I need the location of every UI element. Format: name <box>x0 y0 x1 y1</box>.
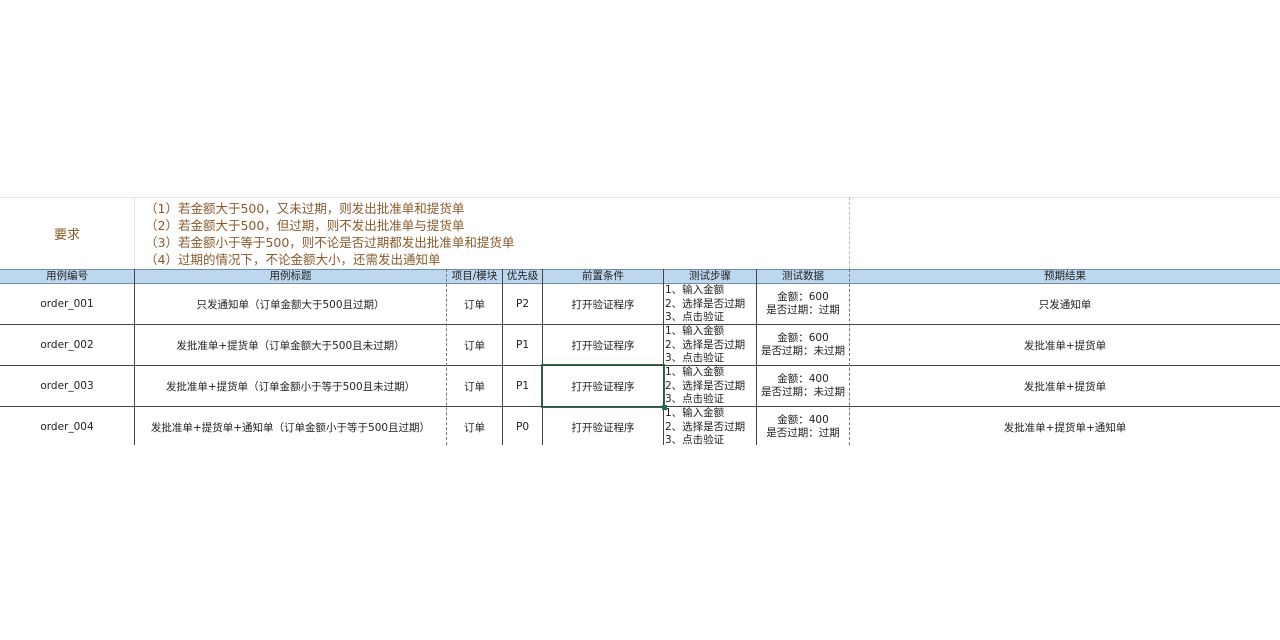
cell-case-id[interactable]: order_001 <box>0 284 134 324</box>
cell-test-data[interactable]: 金额：600 是否过期：过期 <box>757 284 849 324</box>
step-line: 3、点击验证 <box>665 434 725 445</box>
cell-expected-result[interactable]: 发批准单+提货单+通知单 <box>850 407 1280 447</box>
cell-case-id[interactable]: order_004 <box>0 407 134 447</box>
data-line: 金额：400 <box>777 413 829 426</box>
cell-case-title[interactable]: 发批准单+提货单+通知单（订单金额小于等于500且过期） <box>135 407 446 447</box>
cell-test-steps[interactable]: 1、输入金额 2、选择是否过期 3、点击验证 <box>665 366 756 406</box>
column-header-data[interactable]: 测试数据 <box>757 269 849 283</box>
cell-test-steps[interactable]: 1、输入金额 2、选择是否过期 3、点击验证 <box>665 407 756 445</box>
cell-test-data[interactable]: 金额：400 是否过期：未过期 <box>757 366 849 406</box>
step-line: 3、点击验证 <box>665 393 725 405</box>
spreadsheet: 要求 （1）若金额大于500，又未过期，则发出批准单和提货单 （2）若金额大于5… <box>0 0 1280 640</box>
cell-priority[interactable]: P0 <box>503 407 542 447</box>
cell-test-data[interactable]: 金额：600 是否过期：未过期 <box>757 325 849 365</box>
cell-case-id[interactable]: order_003 <box>0 366 134 406</box>
cell-priority[interactable]: P2 <box>503 284 542 324</box>
column-header-precondition[interactable]: 前置条件 <box>543 269 663 283</box>
requirements-label[interactable]: 要求 <box>0 197 134 269</box>
data-line: 是否过期：过期 <box>766 427 840 439</box>
step-line: 1、输入金额 <box>665 284 725 296</box>
step-line: 2、选择是否过期 <box>665 420 746 433</box>
column-header-title[interactable]: 用例标题 <box>135 269 446 283</box>
step-line: 3、点击验证 <box>665 311 725 323</box>
data-line: 是否过期：未过期 <box>761 345 845 357</box>
cell-expected-result[interactable]: 发批准单+提货单 <box>850 325 1280 365</box>
gridline <box>0 197 1280 198</box>
cell-case-title[interactable]: 发批准单+提货单（订单金额大于500且未过期） <box>135 325 446 365</box>
cell-module[interactable]: 订单 <box>447 325 502 365</box>
step-line: 3、点击验证 <box>665 352 725 364</box>
step-line: 2、选择是否过期 <box>665 338 746 351</box>
cell-case-title[interactable]: 只发通知单（订单金额大于500且过期） <box>135 284 446 324</box>
gridline <box>134 197 135 269</box>
data-line: 金额：600 <box>777 290 829 303</box>
step-line: 2、选择是否过期 <box>665 379 746 392</box>
cell-case-id[interactable]: order_002 <box>0 325 134 365</box>
requirement-line: （4）过期的情况下，不论金额大小，还需发出通知单 <box>145 252 441 267</box>
cell-case-title[interactable]: 发批准单+提货单（订单金额小于等于500且未过期） <box>135 366 446 406</box>
requirement-line: （3）若金额小于等于500，则不论是否过期都发出批准单和提货单 <box>145 235 515 250</box>
column-header-expected[interactable]: 预期结果 <box>850 269 1280 283</box>
cell-test-steps[interactable]: 1、输入金额 2、选择是否过期 3、点击验证 <box>665 284 756 324</box>
fill-handle[interactable] <box>662 405 667 410</box>
cell-expected-result[interactable]: 只发通知单 <box>850 284 1280 324</box>
data-line: 金额：400 <box>777 372 829 385</box>
cell-precondition[interactable]: 打开验证程序 <box>543 284 663 324</box>
column-header-priority[interactable]: 优先级 <box>503 269 542 283</box>
gridline <box>849 197 850 269</box>
column-border <box>663 269 664 445</box>
requirement-line: （2）若金额大于500，但过期，则不发出批准单与提货单 <box>145 218 465 233</box>
cell-priority[interactable]: P1 <box>503 325 542 365</box>
step-line: 1、输入金额 <box>665 407 725 419</box>
column-header-module[interactable]: 项目/模块 <box>447 269 502 283</box>
step-line: 1、输入金额 <box>665 366 725 378</box>
column-header-steps[interactable]: 测试步骤 <box>664 269 756 283</box>
step-line: 1、输入金额 <box>665 325 725 337</box>
cell-precondition[interactable]: 打开验证程序 <box>543 325 663 365</box>
requirement-line: （1）若金额大于500，又未过期，则发出批准单和提货单 <box>145 201 465 216</box>
data-line: 是否过期：过期 <box>766 304 840 316</box>
cell-module[interactable]: 订单 <box>447 284 502 324</box>
active-cell-selection[interactable] <box>541 364 665 408</box>
cell-test-steps[interactable]: 1、输入金额 2、选择是否过期 3、点击验证 <box>665 325 756 365</box>
cell-expected-result[interactable]: 发批准单+提货单 <box>850 366 1280 406</box>
requirements-text[interactable]: （1）若金额大于500，又未过期，则发出批准单和提货单 （2）若金额大于500，… <box>145 200 845 268</box>
data-line: 是否过期：未过期 <box>761 386 845 398</box>
row-border <box>0 269 1280 270</box>
cell-precondition[interactable]: 打开验证程序 <box>543 407 663 447</box>
column-header-id[interactable]: 用例编号 <box>0 269 134 283</box>
step-line: 2、选择是否过期 <box>665 297 746 310</box>
data-line: 金额：600 <box>777 331 829 344</box>
cell-module[interactable]: 订单 <box>447 407 502 447</box>
cell-priority[interactable]: P1 <box>503 366 542 406</box>
cell-module[interactable]: 订单 <box>447 366 502 406</box>
cell-test-data[interactable]: 金额：400 是否过期：过期 <box>757 407 849 447</box>
